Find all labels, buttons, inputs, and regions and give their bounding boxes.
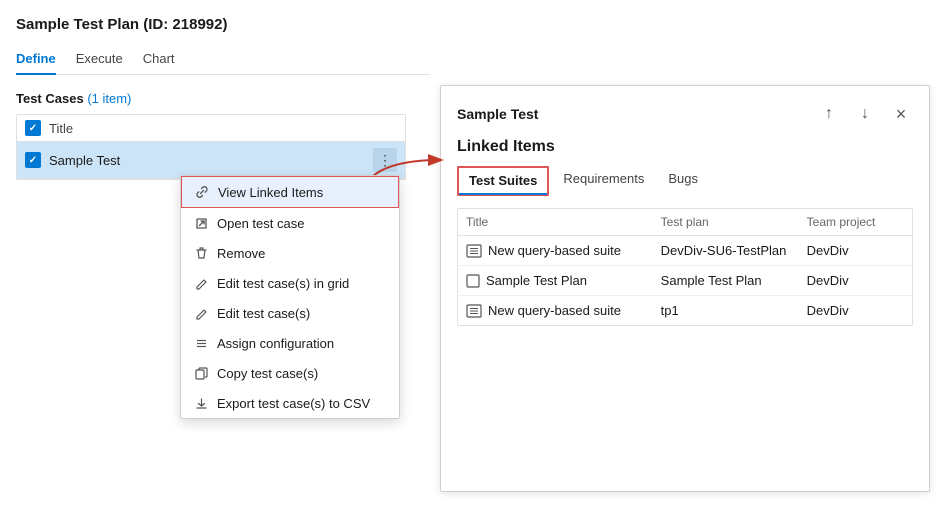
context-menu: View Linked Items Open test case Remo: [180, 175, 400, 419]
down-arrow-button[interactable]: ↓: [853, 102, 877, 126]
right-panel-actions: ↑ ↓ ×: [817, 102, 913, 126]
li-cell-plan-3: tp1: [661, 303, 807, 318]
main-container: Sample Test Plan (ID: 218992) Define Exe…: [0, 0, 946, 508]
li-cell-plan-1: DevDiv-SU6-TestPlan: [661, 243, 807, 258]
table-header-row: Title: [17, 115, 405, 142]
menu-item-remove[interactable]: Remove: [181, 238, 399, 268]
assign-config-icon: [193, 335, 209, 351]
tabs-bar: Define Execute Chart: [16, 45, 430, 75]
tab-test-suites[interactable]: Test Suites: [457, 166, 549, 196]
li-cell-title-2: Sample Test Plan: [466, 273, 661, 288]
tab-requirements[interactable]: Requirements: [553, 166, 654, 196]
menu-item-view-linked[interactable]: View Linked Items: [181, 176, 399, 208]
query-suite-icon-2: [466, 304, 482, 318]
menu-item-edit-cases[interactable]: Edit test case(s): [181, 298, 399, 328]
right-panel: Sample Test ↑ ↓ × Linked Items Test Suit…: [440, 85, 930, 492]
link-icon: [194, 184, 210, 200]
linked-items-title: Linked Items: [457, 138, 913, 156]
menu-item-export-csv[interactable]: Export test case(s) to CSV: [181, 388, 399, 418]
tab-execute[interactable]: Execute: [76, 45, 123, 74]
menu-item-export-csv-label: Export test case(s) to CSV: [217, 396, 370, 411]
static-suite-icon: [466, 274, 480, 288]
menu-item-assign-config-label: Assign configuration: [217, 336, 334, 351]
li-table-header: Title Test plan Team project: [458, 209, 912, 236]
menu-item-open-label: Open test case: [217, 216, 304, 231]
left-panel: Sample Test Plan (ID: 218992) Define Exe…: [0, 0, 430, 508]
tab-bugs[interactable]: Bugs: [658, 166, 708, 196]
col-header-plan: Test plan: [661, 215, 807, 229]
row-checkbox[interactable]: [25, 152, 41, 168]
edit-grid-icon: [193, 275, 209, 291]
edit-cases-icon: [193, 305, 209, 321]
menu-item-edit-grid[interactable]: Edit test case(s) in grid: [181, 268, 399, 298]
test-cases-table: Title Sample Test ⋮: [16, 114, 406, 180]
right-panel-header: Sample Test ↑ ↓ ×: [457, 102, 913, 126]
copy-cases-icon: [193, 365, 209, 381]
query-suite-icon: [466, 244, 482, 258]
linked-items-table: Title Test plan Team project New query-b…: [457, 208, 913, 326]
col-header-title: Title: [466, 215, 661, 229]
row-title: Sample Test: [49, 153, 373, 168]
li-cell-title-1: New query-based suite: [466, 243, 661, 258]
menu-item-edit-cases-label: Edit test case(s): [217, 306, 310, 321]
right-panel-title: Sample Test: [457, 106, 538, 122]
export-csv-icon: [193, 395, 209, 411]
tab-chart[interactable]: Chart: [143, 45, 175, 74]
more-actions-button[interactable]: ⋮: [373, 148, 397, 172]
li-cell-title-3: New query-based suite: [466, 303, 661, 318]
page-title: Sample Test Plan (ID: 218992): [16, 16, 430, 33]
table-row: Sample Test ⋮: [17, 142, 405, 179]
table-row: New query-based suite tp1 DevDiv: [458, 296, 912, 325]
menu-item-view-linked-label: View Linked Items: [218, 185, 323, 200]
row-actions: ⋮: [373, 148, 397, 172]
section-header: Test Cases (1 item): [16, 91, 430, 106]
menu-item-copy-cases[interactable]: Copy test case(s): [181, 358, 399, 388]
col-title-label: Title: [49, 121, 73, 136]
li-cell-project-3: DevDiv: [807, 303, 904, 318]
menu-item-open-test[interactable]: Open test case: [181, 208, 399, 238]
linked-tabs: Test Suites Requirements Bugs: [457, 166, 913, 196]
menu-item-assign-config[interactable]: Assign configuration: [181, 328, 399, 358]
col-header-project: Team project: [807, 215, 904, 229]
tab-define[interactable]: Define: [16, 45, 56, 74]
table-row: Sample Test Plan Sample Test Plan DevDiv: [458, 266, 912, 296]
open-test-icon: [193, 215, 209, 231]
up-arrow-button[interactable]: ↑: [817, 102, 841, 126]
menu-item-remove-label: Remove: [217, 246, 265, 261]
table-row: New query-based suite DevDiv-SU6-TestPla…: [458, 236, 912, 266]
li-cell-project-1: DevDiv: [807, 243, 904, 258]
menu-item-copy-cases-label: Copy test case(s): [217, 366, 318, 381]
close-button[interactable]: ×: [889, 102, 913, 126]
menu-item-edit-grid-label: Edit test case(s) in grid: [217, 276, 349, 291]
trash-icon: [193, 245, 209, 261]
li-cell-plan-2: Sample Test Plan: [661, 273, 807, 288]
header-checkbox[interactable]: [25, 120, 41, 136]
li-cell-project-2: DevDiv: [807, 273, 904, 288]
